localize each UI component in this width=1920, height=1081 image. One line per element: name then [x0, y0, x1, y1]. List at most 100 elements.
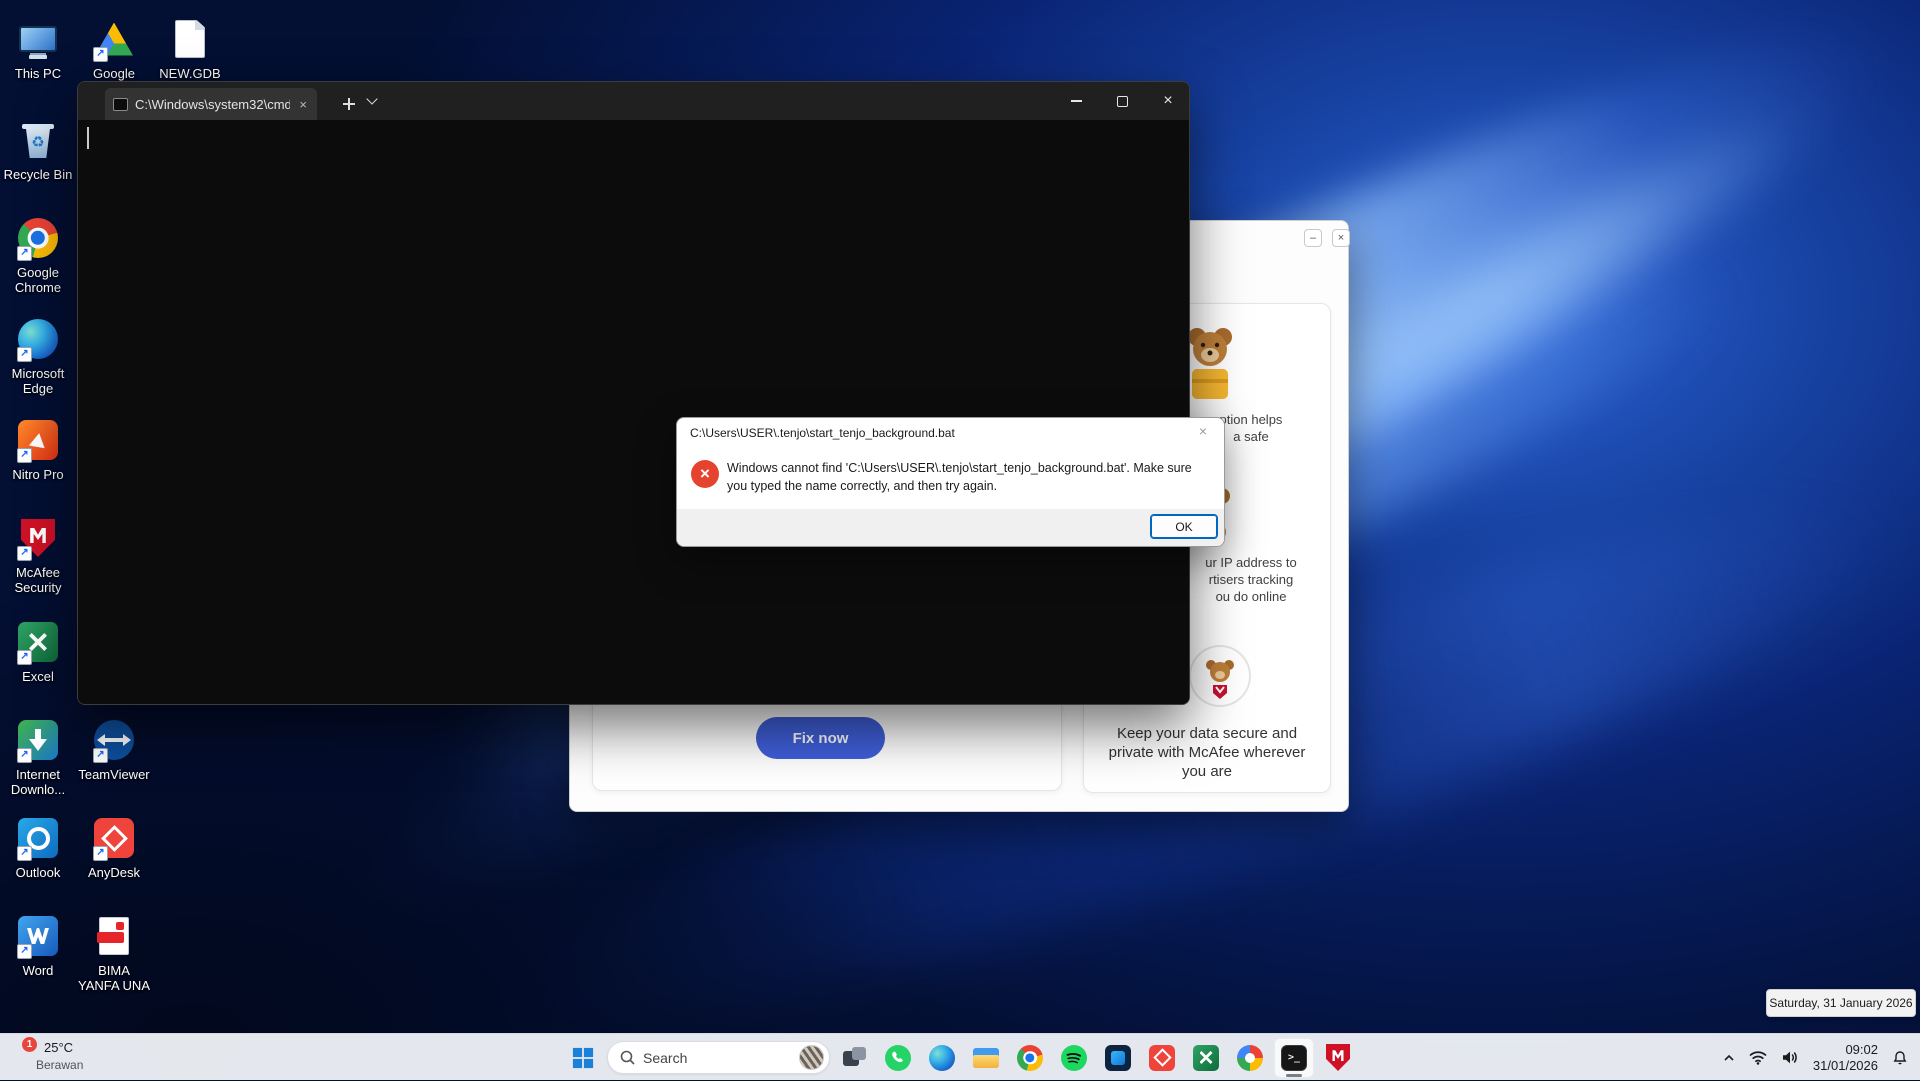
terminal-content[interactable] [78, 120, 1189, 704]
clock-time: 09:02 [1813, 1042, 1878, 1058]
desktop-icon-teamviewer[interactable]: TeamViewer [76, 716, 152, 782]
terminal-icon [1281, 1045, 1307, 1071]
error-dialog: C:\Users\USER\.tenjo\start_tenjo_backgro… [676, 417, 1225, 547]
desktop-icon-microsoft-edge[interactable]: Microsoft Edge [0, 315, 76, 396]
spotify-button[interactable] [1054, 1038, 1094, 1078]
desktop-icon-label: NEW.GDB [152, 66, 228, 81]
search-box[interactable]: Search [607, 1041, 830, 1074]
google-colors-icon [1237, 1045, 1263, 1071]
desktop-icon-nitro-pro[interactable]: Nitro Pro [0, 416, 76, 482]
tray-overflow-button[interactable] [1719, 1040, 1739, 1076]
desktop-icon-word[interactable]: Word [0, 912, 76, 978]
whatsapp-button[interactable] [878, 1038, 918, 1078]
google-drive-icon [90, 15, 138, 63]
excel-button[interactable] [1186, 1038, 1226, 1078]
mcafee-shield-icon [14, 514, 62, 562]
desktop-icon-anydesk[interactable]: AnyDesk [76, 814, 152, 880]
ok-button[interactable]: OK [1150, 514, 1218, 539]
desktop-icon-label: BIMA YANFA UNA [76, 963, 152, 993]
anydesk-icon [1149, 1045, 1175, 1071]
volume-icon [1781, 1050, 1799, 1065]
wifi-button[interactable] [1745, 1040, 1771, 1076]
terminal-window: C:\Windows\system32\cmd.e… × × [77, 81, 1190, 705]
desktop-icon-mcafee[interactable]: McAfee Security Sc... [0, 514, 76, 596]
volume-button[interactable] [1777, 1040, 1803, 1076]
word-icon [14, 912, 62, 960]
anydesk-button[interactable] [1142, 1038, 1182, 1078]
edge-icon [929, 1045, 955, 1071]
maximize-button[interactable] [1099, 82, 1145, 120]
this-pc-icon [14, 15, 62, 63]
desktop-icon-google-chrome[interactable]: Google Chrome [0, 214, 76, 295]
dialog-message: Windows cannot find 'C:\Users\USER\.tenj… [727, 459, 1207, 495]
windows-logo-icon [572, 1047, 594, 1069]
google-app-button[interactable] [1230, 1038, 1270, 1078]
chrome-button[interactable] [1010, 1038, 1050, 1078]
desktop-icon-pdf-file[interactable]: BIMA YANFA UNA [76, 912, 152, 993]
minimize-icon[interactable]: – [1304, 229, 1322, 247]
close-button[interactable]: × [1145, 82, 1190, 120]
nitro-pro-icon [14, 416, 62, 464]
mcafee-button[interactable] [1318, 1038, 1358, 1078]
task-view-icon [842, 1045, 867, 1070]
terminal-button[interactable] [1274, 1038, 1314, 1078]
chevron-down-icon[interactable] [368, 95, 378, 105]
notification-count-badge: 1 [22, 1037, 37, 1052]
download-manager-icon [14, 716, 62, 764]
desktop-icon-label: Nitro Pro [0, 467, 76, 482]
edge-button[interactable] [922, 1038, 962, 1078]
taskbar: 1 25°C Berawan Search [0, 1033, 1920, 1080]
desktop-icon-outlook[interactable]: Outlook [0, 814, 76, 880]
tab-close-icon[interactable]: × [297, 97, 309, 112]
search-highlight-image [799, 1045, 824, 1070]
desktop-icon-excel[interactable]: Excel [0, 618, 76, 684]
notification-center-button[interactable] [1888, 1040, 1912, 1076]
dialog-title: C:\Users\USER\.tenjo\start_tenjo_backgro… [690, 426, 955, 440]
search-label: Search [643, 1050, 791, 1066]
minimize-button[interactable] [1053, 82, 1099, 120]
whatsapp-icon [885, 1045, 911, 1071]
notification-bell-icon [1892, 1050, 1908, 1066]
clock-date: 31/01/2026 [1813, 1058, 1878, 1074]
chevron-up-icon [1723, 1054, 1735, 1062]
dialog-close-icon[interactable]: × [1192, 423, 1214, 443]
desktop-icon-label: This PC [0, 66, 76, 81]
outlook-icon [14, 814, 62, 862]
dialog-button-strip [677, 509, 1224, 546]
desktop-icon-label: Word [0, 963, 76, 978]
promo-text: Keep your data secure and private with M… [1097, 724, 1317, 781]
desktop-icon-idm[interactable]: Internet Downlo... [0, 716, 76, 797]
excel-icon [14, 618, 62, 666]
pdf-file-icon [90, 912, 138, 960]
new-tab-button[interactable] [336, 91, 362, 117]
desktop-icon-label: Microsoft Edge [0, 366, 76, 396]
desktop-icon-label: Recycle Bin [0, 167, 76, 182]
terminal-titlebar[interactable]: C:\Windows\system32\cmd.e… × × [78, 82, 1189, 120]
date-tooltip: Saturday, 31 January 2026 [1766, 989, 1916, 1017]
document-icon [166, 15, 214, 63]
fix-now-button[interactable]: Fix now [756, 717, 885, 759]
desktop-icon-recycle-bin[interactable]: ♻ Recycle Bin [0, 116, 76, 182]
anydesk-icon [90, 814, 138, 862]
start-button[interactable] [563, 1038, 603, 1078]
desktop-icon-this-pc[interactable]: This PC [0, 15, 76, 81]
desktop-icon-label: TeamViewer [76, 767, 152, 782]
task-view-button[interactable] [834, 1038, 874, 1078]
desktop-icon-label: McAfee Security Sc... [0, 565, 76, 596]
taskbar-clock[interactable]: 09:02 31/01/2026 [1809, 1042, 1882, 1074]
excel-icon [1193, 1045, 1219, 1071]
terminal-tab[interactable]: C:\Windows\system32\cmd.e… × [105, 88, 317, 120]
cmd-icon [113, 98, 128, 111]
recycle-bin-icon: ♻ [14, 116, 62, 164]
desktop-icon-label: Outlook [0, 865, 76, 880]
temperature-label: 25°C [44, 1040, 73, 1055]
chrome-icon [14, 214, 62, 262]
file-explorer-button[interactable] [966, 1038, 1006, 1078]
dark-blue-app-button[interactable] [1098, 1038, 1138, 1078]
mcafee-bear-badge [1189, 645, 1251, 712]
system-tray: 09:02 31/01/2026 [1719, 1034, 1912, 1081]
weather-widget[interactable]: 1 25°C Berawan [10, 1034, 120, 1081]
close-icon[interactable]: × [1332, 229, 1350, 247]
desktop-icon-new-gdb[interactable]: NEW.GDB [152, 15, 228, 81]
error-icon: × [691, 460, 719, 488]
